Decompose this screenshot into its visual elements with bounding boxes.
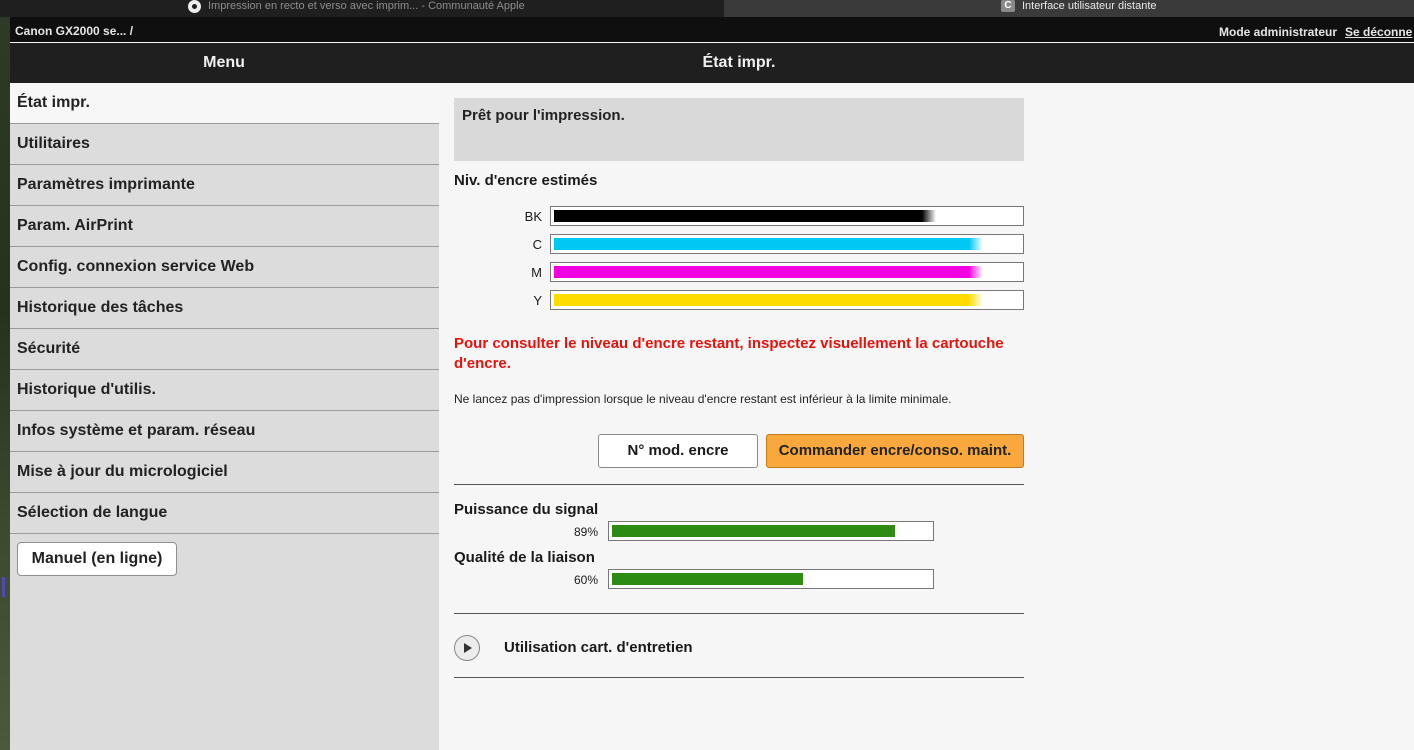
- sidebar: État impr. Utilitaires Paramètres imprim…: [10, 83, 439, 750]
- sidebar-item-label: État impr.: [17, 94, 90, 111]
- status-box: Prêt pour l'impression.: [454, 98, 1024, 161]
- admin-bar: Canon GX2000 se... / Mode administrateur…: [10, 17, 1414, 42]
- ink-fill-bk: [554, 210, 936, 222]
- ink-label: M: [531, 265, 542, 280]
- browser-tab-strip: Impression en recto et verso avec imprim…: [0, 0, 1414, 17]
- sidebar-item-label: Mise à jour du micrologiciel: [17, 463, 228, 480]
- sidebar-item-label: Infos système et param. réseau: [17, 422, 256, 439]
- admin-mode-label: Mode administrateur: [1219, 25, 1338, 39]
- apple-community-icon: [188, 0, 201, 13]
- signal-strength-title: Puissance du signal: [454, 501, 599, 518]
- breadcrumb[interactable]: Canon GX2000 se... /: [15, 24, 133, 38]
- sidebar-item-label: Param. AirPrint: [17, 217, 133, 234]
- sidebar-item-label: Sélection de langue: [17, 504, 168, 521]
- ink-row-c: C: [454, 234, 1024, 254]
- signal-strength-fill: [612, 525, 895, 537]
- divider: [454, 484, 1024, 485]
- sidebar-item-utilities[interactable]: Utilitaires: [10, 124, 439, 165]
- window-edge: [0, 17, 10, 750]
- ink-fill-c: [554, 238, 983, 250]
- main-content: Prêt pour l'impression. Niv. d'encre est…: [454, 83, 1414, 750]
- sidebar-item-firmware-update[interactable]: Mise à jour du micrologiciel: [10, 452, 439, 493]
- divider: [454, 613, 1024, 614]
- sidebar-item-job-history[interactable]: Historique des tâches: [10, 288, 439, 329]
- ink-bar: [550, 262, 1024, 282]
- link-quality-fill: [612, 573, 803, 585]
- ink-bar: [550, 206, 1024, 226]
- online-manual-button[interactable]: Manuel (en ligne): [17, 542, 177, 576]
- signal-strength-percent: 89%: [574, 525, 599, 539]
- ink-fill-m: [554, 266, 983, 278]
- ink-row-m: M: [454, 262, 1024, 282]
- logout-link[interactable]: Se déconne: [1345, 25, 1412, 39]
- ink-levels-title: Niv. d'encre estimés: [454, 172, 598, 189]
- play-expand-icon[interactable]: [454, 635, 480, 661]
- order-ink-button[interactable]: Commander encre/conso. maint.: [766, 434, 1024, 468]
- sidebar-item-label: Config. connexion service Web: [17, 258, 255, 275]
- link-quality-bar: [608, 569, 934, 589]
- tab-title: Impression en recto et verso avec imprim…: [208, 0, 525, 12]
- sidebar-item-printer-status[interactable]: État impr.: [10, 83, 439, 124]
- ink-bar: [550, 290, 1024, 310]
- ink-row-bk: BK: [454, 206, 1024, 226]
- sidebar-item-language[interactable]: Sélection de langue: [10, 493, 439, 534]
- sidebar-item-label: Historique d'utilis.: [17, 381, 156, 398]
- divider: [454, 677, 1024, 678]
- signal-strength-bar: [608, 521, 934, 541]
- page-header: Menu État impr.: [10, 43, 1414, 83]
- ink-note: Ne lancez pas d'impression lorsque le ni…: [454, 392, 952, 406]
- ink-label: BK: [524, 209, 542, 224]
- page-title: État impr.: [702, 54, 776, 71]
- ink-row-y: Y: [454, 290, 1024, 310]
- link-quality-percent: 60%: [574, 573, 599, 587]
- ink-label: Y: [533, 293, 542, 308]
- status-text: Prêt pour l'impression.: [462, 107, 625, 124]
- link-quality-title: Qualité de la liaison: [454, 549, 595, 566]
- sidebar-item-printer-settings[interactable]: Paramètres imprimante: [10, 165, 439, 206]
- canon-tab-icon: C: [1001, 0, 1015, 12]
- maintenance-cartridge-label: Utilisation cart. d'entretien: [504, 639, 693, 656]
- sidebar-item-system-info[interactable]: Infos système et param. réseau: [10, 411, 439, 452]
- maintenance-cartridge-toggle[interactable]: Utilisation cart. d'entretien: [454, 635, 1024, 661]
- ink-bar: [550, 234, 1024, 254]
- browser-tab-remote-ui[interactable]: C Interface utilisateur distante: [725, 0, 1414, 17]
- sidebar-item-airprint[interactable]: Param. AirPrint: [10, 206, 439, 247]
- sidebar-item-security[interactable]: Sécurité: [10, 329, 439, 370]
- sidebar-item-usage-history[interactable]: Historique d'utilis.: [10, 370, 439, 411]
- sidebar-item-web-service[interactable]: Config. connexion service Web: [10, 247, 439, 288]
- sidebar-item-label: Utilitaires: [17, 135, 90, 152]
- tab-title: Interface utilisateur distante: [1022, 0, 1157, 12]
- ink-fill-y: [554, 294, 983, 306]
- menu-title: Menu: [203, 54, 245, 71]
- browser-tab-apple-community[interactable]: Impression en recto et verso avec imprim…: [0, 0, 725, 17]
- ink-label: C: [532, 237, 542, 252]
- sidebar-item-label: Sécurité: [17, 340, 81, 357]
- ink-warning: Pour consulter le niveau d'encre restant…: [454, 335, 1004, 372]
- sidebar-item-label: Historique des tâches: [17, 299, 184, 316]
- ink-model-button[interactable]: N° mod. encre: [598, 434, 758, 468]
- sidebar-item-label: Paramètres imprimante: [17, 176, 195, 193]
